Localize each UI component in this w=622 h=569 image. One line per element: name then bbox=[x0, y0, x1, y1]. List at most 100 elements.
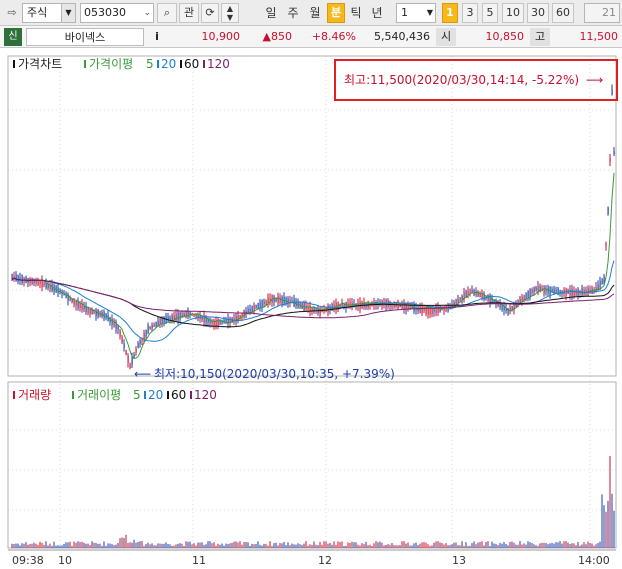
candle-body bbox=[217, 318, 219, 327]
candle-body bbox=[259, 302, 261, 307]
interval-1[interactable]: 1 bbox=[442, 3, 458, 23]
candle-body bbox=[177, 312, 179, 321]
candle-body bbox=[243, 310, 245, 318]
open-value: 10,850 bbox=[485, 30, 525, 43]
candle-body bbox=[261, 299, 263, 308]
stock-name[interactable]: 바이넥스 bbox=[26, 28, 144, 46]
candle-body bbox=[527, 290, 529, 299]
candle-body bbox=[519, 298, 521, 304]
candle-body bbox=[95, 309, 97, 317]
candle-body bbox=[253, 305, 255, 311]
candle-body bbox=[289, 299, 291, 303]
period-year[interactable]: 년 bbox=[368, 3, 386, 23]
candle-body bbox=[543, 285, 545, 294]
candle-body bbox=[239, 315, 241, 318]
price-legend: 가격차트 가격이평 5 20 60 120 bbox=[13, 57, 230, 71]
period-minute[interactable]: 분 bbox=[327, 3, 345, 23]
candle-body bbox=[93, 311, 95, 314]
candle-body bbox=[611, 89, 613, 95]
period-tick[interactable]: 틱 bbox=[347, 3, 365, 23]
candle-body bbox=[535, 287, 537, 291]
screen-link-icon[interactable]: ⇨ bbox=[4, 3, 20, 23]
new-badge: 신 bbox=[4, 28, 22, 46]
candle-body bbox=[599, 280, 601, 288]
low-annotation: 최저:10,150(2020/03/30,10:35, +7.39%) bbox=[154, 367, 395, 381]
candle-body bbox=[81, 304, 83, 310]
legend-marker bbox=[72, 391, 74, 399]
candle-body bbox=[157, 320, 159, 325]
interval-select[interactable]: 1 ▼ bbox=[396, 3, 436, 23]
high-arrow-icon: ⟶ bbox=[586, 73, 603, 87]
candle-body bbox=[169, 317, 171, 320]
up-down-spinner[interactable]: ▲ ▼ bbox=[221, 3, 239, 23]
candle-body bbox=[153, 324, 155, 327]
open-label: 시 bbox=[436, 28, 456, 46]
candle-body bbox=[123, 343, 125, 348]
candle-body bbox=[277, 296, 279, 304]
legend-marker bbox=[157, 60, 159, 68]
count-input[interactable]: 21 bbox=[584, 3, 620, 23]
interval-10[interactable]: 10 bbox=[502, 3, 524, 23]
candle-body bbox=[467, 291, 469, 294]
interest-button[interactable]: 관 bbox=[179, 3, 199, 23]
interval-30[interactable]: 30 bbox=[527, 3, 549, 23]
period-month[interactable]: 월 bbox=[306, 3, 324, 23]
price-ma-60: 60 bbox=[184, 57, 199, 71]
high-value: 11,500 bbox=[579, 30, 619, 43]
volume-value: 5,540,436 bbox=[374, 30, 430, 43]
candle-body bbox=[183, 313, 185, 317]
market-select[interactable]: 주식 ▼ bbox=[22, 3, 76, 23]
low-arrow-icon: ⟵ bbox=[134, 367, 151, 381]
candle-body bbox=[557, 287, 559, 296]
interval-5[interactable]: 5 bbox=[482, 3, 498, 23]
candle-body bbox=[133, 354, 135, 358]
stock-chart[interactable]: 가격차트 가격이평 5 20 60 120 거래량 거래이평 5 20 60 1… bbox=[0, 50, 622, 569]
x-tick-11: 11 bbox=[192, 554, 206, 567]
candle-body bbox=[111, 318, 113, 325]
price-ma-label: 가격이평 bbox=[89, 57, 133, 71]
volume-ma-5: 5 bbox=[133, 388, 141, 402]
candle-body bbox=[155, 322, 157, 327]
candle-body bbox=[429, 307, 431, 315]
candle-body bbox=[31, 278, 33, 285]
legend-marker bbox=[144, 391, 146, 399]
candle-body bbox=[73, 299, 75, 305]
candle-body bbox=[143, 332, 145, 340]
candle-body bbox=[159, 318, 161, 325]
current-price: 10,900 bbox=[201, 30, 241, 43]
volume-ma-120: 120 bbox=[194, 388, 217, 402]
x-tick-10: 10 bbox=[58, 554, 72, 567]
chevron-down-icon: ▼ bbox=[61, 4, 75, 22]
candle-body bbox=[257, 302, 259, 309]
high-label: 고 bbox=[530, 28, 550, 46]
volume-legend-title: 거래량 bbox=[18, 388, 51, 402]
period-day[interactable]: 일 bbox=[262, 3, 280, 23]
candle-body bbox=[147, 325, 149, 334]
candle-body bbox=[529, 288, 531, 297]
recycle-button[interactable]: ⟳ bbox=[201, 3, 219, 23]
candle-body bbox=[605, 243, 607, 246]
candle-body bbox=[249, 308, 251, 312]
candle-body bbox=[119, 330, 121, 337]
x-tick-0938: 09:38 bbox=[12, 554, 44, 567]
info-button[interactable]: i bbox=[150, 28, 164, 46]
candle-body bbox=[327, 305, 329, 313]
code-input[interactable]: 053030 ⌄ bbox=[80, 3, 154, 23]
price-ma-5: 5 bbox=[146, 57, 154, 71]
search-button[interactable]: ⌕ bbox=[157, 3, 177, 23]
period-week[interactable]: 주 bbox=[284, 3, 302, 23]
candle-body bbox=[251, 306, 253, 312]
legend-marker bbox=[13, 60, 15, 68]
candle-body bbox=[75, 301, 77, 306]
candle-body bbox=[131, 356, 133, 365]
interval-3[interactable]: 3 bbox=[462, 3, 478, 23]
candle-body bbox=[539, 286, 541, 293]
interval-60[interactable]: 60 bbox=[552, 3, 574, 23]
price-ma-120: 120 bbox=[207, 57, 230, 71]
candle-body bbox=[219, 320, 221, 324]
candle-body bbox=[603, 276, 605, 281]
legend-marker bbox=[13, 391, 15, 399]
market-label: 주식 bbox=[27, 6, 48, 19]
candle-body bbox=[597, 284, 599, 290]
candle-body bbox=[469, 289, 471, 293]
